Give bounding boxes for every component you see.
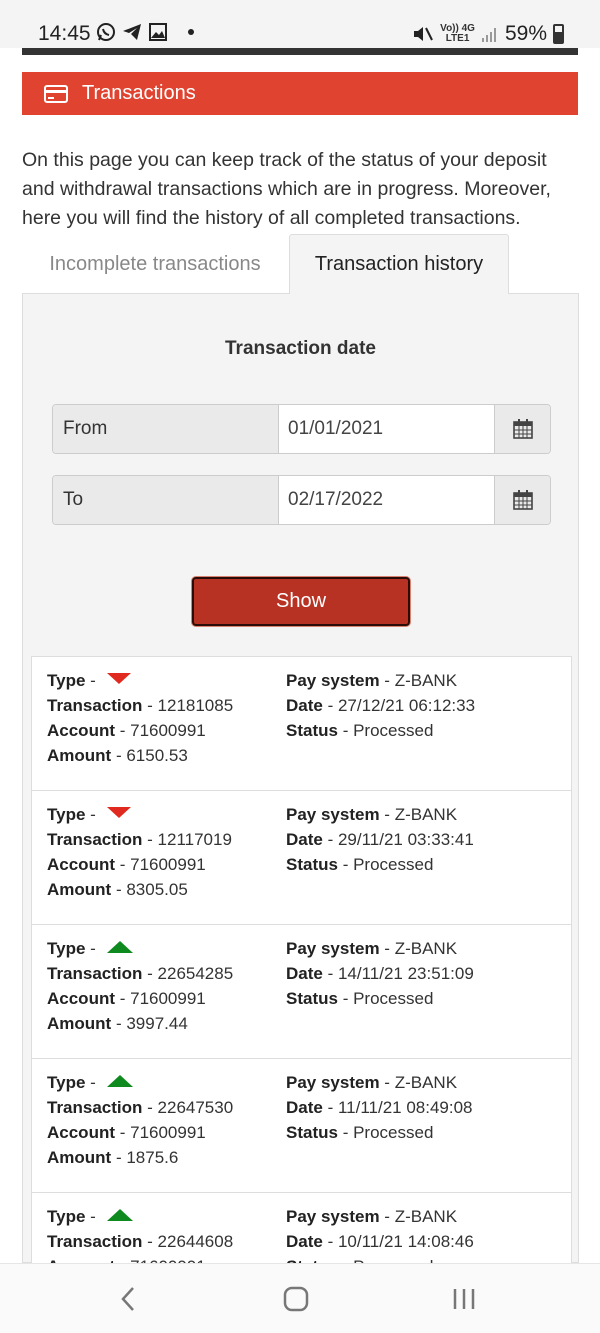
network-indicator: Vo)) 4G LTE1 — [440, 23, 475, 44]
tx-amount: Amount - 8305.05 — [47, 880, 188, 899]
tx-pay-system: Pay system - Z-BANK — [286, 1207, 458, 1226]
deposit-arrow-up-icon — [106, 1208, 133, 1221]
status-time: 14:45 — [38, 22, 91, 45]
withdrawal-arrow-down-icon — [106, 673, 131, 685]
tx-type: Type - — [47, 1070, 233, 1095]
to-date-row: To 02/17/2022 — [52, 475, 551, 525]
battery-percent: 59% — [504, 22, 547, 45]
tx-status: Status - Processed — [286, 1123, 434, 1142]
transaction-list: Type - Transaction - 12181085 Account - … — [31, 656, 572, 1326]
tx-account: Account - 71600991 — [47, 721, 206, 740]
show-button[interactable]: Show — [192, 577, 410, 626]
deposit-arrow-up-icon — [106, 940, 133, 953]
tx-status: Status - Processed — [286, 855, 434, 874]
tx-date: Date - 27/12/21 06:12:33 — [286, 696, 476, 715]
withdrawal-arrow-down-icon — [106, 807, 131, 819]
tx-type: Type - — [47, 668, 233, 693]
credit-card-icon — [44, 84, 68, 103]
home-icon — [283, 1286, 309, 1312]
mute-icon — [414, 27, 434, 41]
tx-number: Transaction - 12117019 — [47, 830, 232, 849]
transaction-row: Type - Transaction - 22654285 Account - … — [31, 924, 572, 1058]
home-button[interactable] — [276, 1284, 316, 1314]
whatsapp-icon — [97, 23, 115, 41]
to-label: To — [53, 476, 279, 524]
from-date-input[interactable]: 01/01/2021 — [279, 405, 494, 453]
tx-amount: Amount - 1875.6 — [47, 1148, 179, 1167]
to-date-input[interactable]: 02/17/2022 — [279, 476, 494, 524]
tx-type: Type - — [47, 802, 232, 827]
deposit-arrow-up-icon — [106, 1074, 133, 1087]
tx-pay-system: Pay system - Z-BANK — [286, 1073, 458, 1092]
tx-number: Transaction - 22654285 — [47, 964, 234, 983]
battery-icon — [553, 24, 564, 44]
from-calendar-button[interactable] — [494, 405, 550, 453]
calendar-icon — [512, 490, 533, 510]
more-notifications-dot — [188, 29, 194, 35]
tx-date: Date - 11/11/21 08:49:08 — [286, 1098, 473, 1117]
transaction-row: Type - Transaction - 12117019 Account - … — [31, 790, 572, 924]
transaction-history-panel: Transaction date From 01/01/2021 To 02/1… — [22, 293, 579, 1326]
tx-amount: Amount - 6150.53 — [47, 746, 188, 765]
tx-date: Date - 10/11/21 14:08:46 — [286, 1232, 474, 1251]
tx-account: Account - 71600991 — [47, 855, 206, 874]
to-calendar-button[interactable] — [494, 476, 550, 524]
tx-number: Transaction - 12181085 — [47, 696, 234, 715]
tx-number: Transaction - 22644608 — [47, 1232, 234, 1251]
back-button[interactable] — [108, 1284, 148, 1314]
recent-apps-icon — [453, 1289, 475, 1309]
calendar-icon — [512, 419, 533, 439]
tx-status: Status - Processed — [286, 721, 434, 740]
tx-pay-system: Pay system - Z-BANK — [286, 805, 458, 824]
tx-type: Type - — [47, 936, 233, 961]
tx-account: Account - 71600991 — [47, 989, 206, 1008]
gallery-icon — [149, 23, 167, 41]
top-divider — [22, 48, 578, 55]
android-nav-bar — [0, 1263, 600, 1333]
from-label: From — [53, 405, 279, 453]
status-bar: 14:45 Vo)) 4G LTE1 59% — [0, 0, 600, 48]
from-date-row: From 01/01/2021 — [52, 404, 551, 454]
tx-status: Status - Processed — [286, 989, 434, 1008]
tx-amount: Amount - 3997.44 — [47, 1014, 188, 1033]
page-title: Transactions — [82, 82, 196, 104]
transaction-row: Type - Transaction - 12181085 Account - … — [31, 656, 572, 790]
tab-transaction-history[interactable]: Transaction history — [289, 234, 509, 294]
telegram-icon — [123, 24, 141, 40]
tx-date: Date - 29/11/21 03:33:41 — [286, 830, 474, 849]
tx-pay-system: Pay system - Z-BANK — [286, 671, 458, 690]
transactions-header: Transactions — [22, 72, 578, 115]
recent-apps-button[interactable] — [444, 1284, 484, 1314]
tx-pay-system: Pay system - Z-BANK — [286, 939, 458, 958]
signal-icon — [481, 28, 496, 42]
tx-type: Type - — [47, 1204, 233, 1229]
tx-number: Transaction - 22647530 — [47, 1098, 234, 1117]
transaction-row: Type - Transaction - 22647530 Account - … — [31, 1058, 572, 1192]
tx-account: Account - 71600991 — [47, 1123, 206, 1142]
notification-icons — [96, 22, 194, 42]
filter-title: Transaction date — [225, 338, 376, 359]
system-indicators: Vo)) 4G LTE1 59% — [412, 22, 564, 46]
back-chevron-icon — [121, 1287, 134, 1311]
intro-text: On this page you can keep track of the s… — [22, 149, 551, 229]
tab-incomplete-transactions[interactable]: Incomplete transactions — [22, 234, 288, 294]
tx-date: Date - 14/11/21 23:51:09 — [286, 964, 474, 983]
